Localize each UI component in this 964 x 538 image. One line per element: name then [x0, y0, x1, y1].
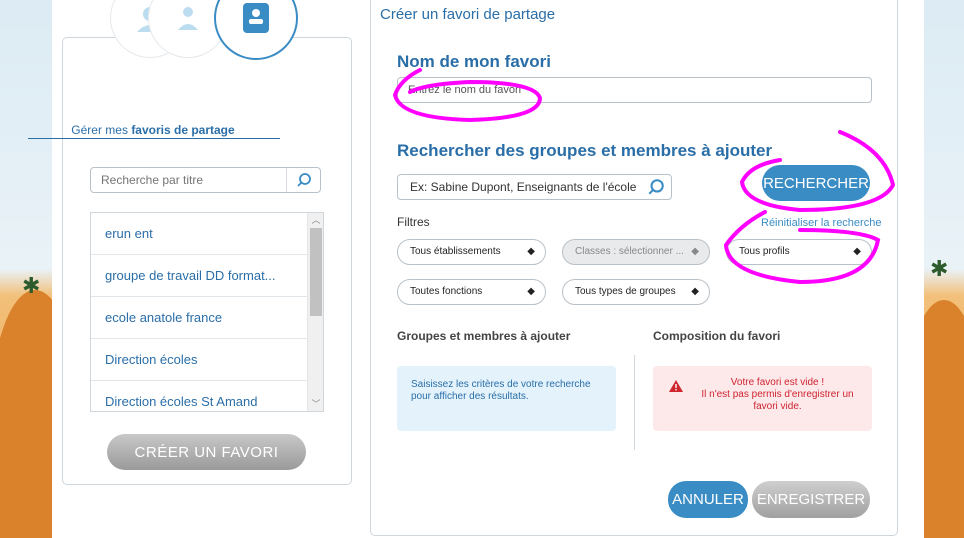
warning-icon [669, 380, 683, 396]
profiles-select[interactable]: Tous profils ◆ [726, 239, 872, 265]
select-value: Tous établissements [410, 246, 501, 257]
background-desert-left: ✱ [0, 0, 52, 538]
panel-title: Gérer mes favoris de partage [71, 123, 235, 137]
page-title: Créer un favori de partage [380, 6, 556, 23]
reset-search-link[interactable]: Réinitialiser la recherche [761, 217, 881, 229]
title-search-field [90, 167, 321, 193]
list-item[interactable]: Direction écoles St Amand [91, 381, 309, 411]
group-types-select[interactable]: Tous types de groupes ◆ [562, 279, 710, 305]
classes-select[interactable]: Classes : sélectionner ... ◆ [562, 239, 710, 265]
dune [0, 290, 52, 538]
members-to-add-title: Groupes et membres à ajouter [397, 329, 571, 343]
palm-tree-icon: ✱ [22, 273, 41, 298]
search-icon [296, 173, 311, 187]
title-underline [28, 138, 280, 139]
list-item[interactable]: ecole anatole france [91, 297, 309, 339]
cancel-button[interactable]: ANNULER [668, 481, 748, 518]
search-section-title: Rechercher des groupes et membres à ajou… [397, 141, 773, 160]
chevron-down-icon[interactable]: ﹀ [308, 397, 323, 411]
favorite-bookmark-icon [214, 0, 298, 60]
warning-line-1: Votre favori est vide ! [730, 377, 825, 388]
column-divider [634, 355, 635, 450]
list-item[interactable]: erun ent [91, 213, 309, 255]
palm-tree-icon: ✱ [930, 256, 949, 281]
sort-arrows-icon: ◆ [691, 286, 699, 297]
select-value: Toutes fonctions [410, 286, 483, 297]
members-search-input[interactable]: Ex: Sabine Dupont, Enseignants de l'écol… [397, 174, 672, 200]
name-section-title: Nom de mon favori [397, 52, 551, 71]
empty-favorite-warning: Votre favori est vide ! Il n'est pas per… [653, 366, 872, 431]
members-search-placeholder: Ex: Sabine Dupont, Enseignants de l'écol… [410, 180, 637, 194]
sort-arrows-icon: ◆ [853, 246, 861, 257]
list-item[interactable]: Direction écoles [91, 339, 309, 381]
sort-arrows-icon: ◆ [527, 286, 535, 297]
favorites-list: erun ent groupe de travail DD format... … [90, 212, 324, 412]
search-submit-button[interactable]: RECHERCHER [762, 165, 870, 201]
favorite-composition-title: Composition du favori [653, 329, 781, 343]
select-value: Tous types de groupes [575, 286, 676, 297]
create-favorite-button[interactable]: CRÉER UN FAVORI [107, 434, 306, 470]
select-value: Classes : sélectionner ... [575, 246, 684, 257]
list-scrollbar[interactable]: ︿ ﹀ [307, 213, 323, 411]
favorite-name-input[interactable]: Entrez le nom du favori [397, 77, 872, 103]
filters-label: Filtres [397, 215, 430, 229]
search-hint-box: Saisissez les critères de votre recherch… [397, 366, 616, 431]
sort-arrows-icon: ◆ [691, 246, 699, 257]
scroll-thumb[interactable] [310, 228, 322, 316]
search-icon[interactable] [647, 178, 665, 204]
avatar-stack [110, 0, 300, 92]
establishments-select[interactable]: Tous établissements ◆ [397, 239, 546, 265]
background-desert-right: ✱ [924, 0, 964, 538]
select-value: Tous profils [739, 246, 790, 257]
save-button[interactable]: ENREGISTRER [752, 481, 870, 518]
warning-line-2: Il n'est pas permis d'enregistrer un fav… [701, 389, 854, 412]
title-search-input[interactable] [91, 168, 281, 192]
list-item[interactable]: groupe de travail DD format... [91, 255, 309, 297]
functions-select[interactable]: Toutes fonctions ◆ [397, 279, 546, 305]
search-button[interactable] [286, 168, 320, 192]
dune [924, 300, 964, 538]
chevron-up-icon[interactable]: ︿ [308, 213, 323, 227]
sort-arrows-icon: ◆ [527, 246, 535, 257]
